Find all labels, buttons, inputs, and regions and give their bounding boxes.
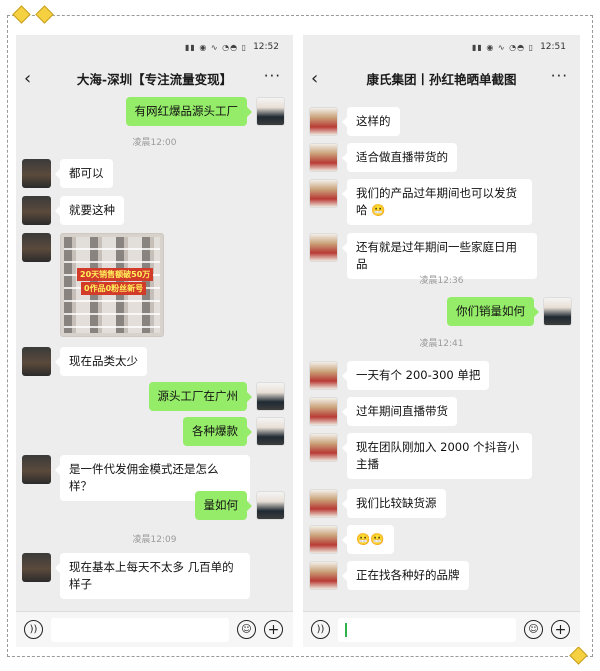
message-bubble[interactable]: 现在品类太少 <box>55 347 147 376</box>
chat-title: 康氏集团丨孙红艳晒单截图 <box>366 71 517 87</box>
avatar[interactable] <box>22 455 51 484</box>
status-time: 12:52 <box>253 42 279 52</box>
message-incoming: 一天有个 200-300 单把 <box>309 361 490 390</box>
emoji-icon[interactable]: ☺ <box>237 620 256 639</box>
chat-header: ‹ 大海-深圳【专注流量变现】 ··· <box>16 59 293 97</box>
more-icon[interactable]: ··· <box>551 67 568 85</box>
avatar[interactable] <box>309 433 338 462</box>
avatar[interactable] <box>22 233 51 262</box>
message-bubble[interactable]: 源头工厂在广州 <box>148 382 252 411</box>
emoji-icon[interactable]: ☺ <box>524 620 543 639</box>
avatar[interactable] <box>22 196 51 225</box>
message-bubble[interactable]: 都可以 <box>55 159 113 188</box>
avatar[interactable] <box>22 347 51 376</box>
message-bubble[interactable]: 你们销量如何 <box>447 297 539 326</box>
message-incoming: 这样的 <box>309 107 400 136</box>
message-outgoing: 各种爆款 <box>183 417 285 446</box>
avatar[interactable] <box>309 489 338 518</box>
message-outgoing: 你们销量如何 <box>447 297 572 326</box>
image-caption: 20天销售额破50万 <box>77 268 154 281</box>
message-bubble[interactable]: 正在找各种好的品牌 <box>342 561 469 590</box>
message-bubble[interactable]: 量如何 <box>194 491 252 520</box>
message-list: 这样的 适合做直播带货的 我们的产品过年期间也可以发货哈 😬 还有就是过年期间一… <box>303 97 580 590</box>
avatar[interactable] <box>256 97 285 126</box>
chat-title: 大海-深圳【专注流量变现】 <box>76 71 233 87</box>
message-bubble[interactable]: 适合做直播带货的 <box>342 143 457 172</box>
avatar[interactable] <box>22 553 51 582</box>
message-outgoing: 有网红爆品源头工厂 <box>125 97 285 126</box>
message-bubble[interactable]: 有网红爆品源头工厂 <box>125 97 252 126</box>
status-icons: ▮▮ ◉ ∿ ◔◓ ▯ <box>472 42 535 52</box>
message-bubble[interactable]: 我们比较缺货源 <box>342 489 446 518</box>
message-incoming: 20天销售额破50万 0作品0粉丝新号 <box>22 233 164 337</box>
status-bar: ▮▮ ◉ ∿ ◔◓ ▯ 12:51 <box>303 35 580 59</box>
message-incoming: 过年期间直播带货 <box>309 397 457 426</box>
more-icon[interactable]: ··· <box>264 67 281 85</box>
status-bar: ▮▮ ◉ ∿ ◔◓ ▯ 12:52 <box>16 35 293 59</box>
message-incoming: 现在团队刚加入 2000 个抖音小主播 <box>309 433 532 479</box>
message-incoming: 适合做直播带货的 <box>309 143 457 172</box>
message-input[interactable] <box>338 617 516 642</box>
image-caption: 0作品0粉丝新号 <box>81 282 147 295</box>
plus-icon[interactable]: + <box>551 620 570 639</box>
message-bubble[interactable]: 就要这种 <box>55 196 124 225</box>
avatar[interactable] <box>22 159 51 188</box>
timestamp: 凌晨12:09 <box>132 535 177 545</box>
right-chat-screenshot: ▮▮ ◉ ∿ ◔◓ ▯ 12:51 ‹ 康氏集团丨孙红艳晒单截图 ··· 这样的… <box>303 35 580 647</box>
chevron-left-icon[interactable]: ‹ <box>311 68 329 89</box>
message-incoming: 现在基本上每天不太多 几百单的样子 <box>22 553 250 599</box>
message-input[interactable] <box>51 617 229 642</box>
text-cursor <box>345 622 347 637</box>
avatar[interactable] <box>309 179 338 208</box>
avatar[interactable] <box>256 417 285 446</box>
message-list: 有网红爆品源头工厂 凌晨12:00 都可以 就要这种 20天销售额破50万 0作… <box>16 97 293 599</box>
status-icons: ▮▮ ◉ ∿ ◔◓ ▯ <box>185 42 248 52</box>
message-incoming: 我们比较缺货源 <box>309 489 446 518</box>
message-bubble[interactable]: 一天有个 200-300 单把 <box>341 361 490 390</box>
avatar[interactable] <box>309 397 338 426</box>
message-incoming: 正在找各种好的品牌 <box>309 561 469 590</box>
avatar[interactable] <box>309 525 338 554</box>
message-incoming: 现在品类太少 <box>22 347 147 376</box>
input-bar: )) ☺ + <box>16 611 293 647</box>
message-bubble[interactable]: 过年期间直播带货 <box>342 397 457 426</box>
avatar[interactable] <box>309 561 338 590</box>
chevron-left-icon[interactable]: ‹ <box>24 68 42 89</box>
avatar[interactable] <box>309 361 338 390</box>
timestamp: 凌晨12:36 <box>419 276 464 286</box>
message-incoming: 我们的产品过年期间也可以发货哈 😬 <box>309 179 532 225</box>
message-incoming: 就要这种 <box>22 196 124 225</box>
avatar[interactable] <box>309 233 338 262</box>
avatar[interactable] <box>309 143 338 172</box>
message-bubble[interactable]: 现在团队刚加入 2000 个抖音小主播 <box>342 433 532 479</box>
message-outgoing: 量如何 <box>194 491 285 520</box>
message-bubble[interactable]: 这样的 <box>342 107 400 136</box>
timestamp: 凌晨12:41 <box>419 339 464 349</box>
message-incoming: 都可以 <box>22 159 113 188</box>
chat-header: ‹ 康氏集团丨孙红艳晒单截图 ··· <box>303 59 580 97</box>
left-chat-screenshot: ▮▮ ◉ ∿ ◔◓ ▯ 12:52 ‹ 大海-深圳【专注流量变现】 ··· 有网… <box>16 35 293 647</box>
message-bubble[interactable]: 各种爆款 <box>183 417 252 446</box>
message-bubble[interactable]: 现在基本上每天不太多 几百单的样子 <box>55 553 250 599</box>
input-bar: )) ☺ + <box>303 611 580 647</box>
plus-icon[interactable]: + <box>264 620 283 639</box>
avatar[interactable] <box>256 382 285 411</box>
message-bubble[interactable]: 我们的产品过年期间也可以发货哈 😬 <box>342 179 532 225</box>
timestamp: 凌晨12:00 <box>132 138 177 148</box>
image-message[interactable]: 20天销售额破50万 0作品0粉丝新号 <box>60 233 164 337</box>
avatar[interactable] <box>309 107 338 136</box>
avatar[interactable] <box>543 297 572 326</box>
voice-icon[interactable]: )) <box>311 620 330 639</box>
avatar[interactable] <box>256 491 285 520</box>
message-outgoing: 源头工厂在广州 <box>148 382 285 411</box>
message-incoming: 😬😬 <box>309 525 394 554</box>
status-time: 12:51 <box>540 42 566 52</box>
voice-icon[interactable]: )) <box>24 620 43 639</box>
message-bubble[interactable]: 😬😬 <box>342 525 394 554</box>
